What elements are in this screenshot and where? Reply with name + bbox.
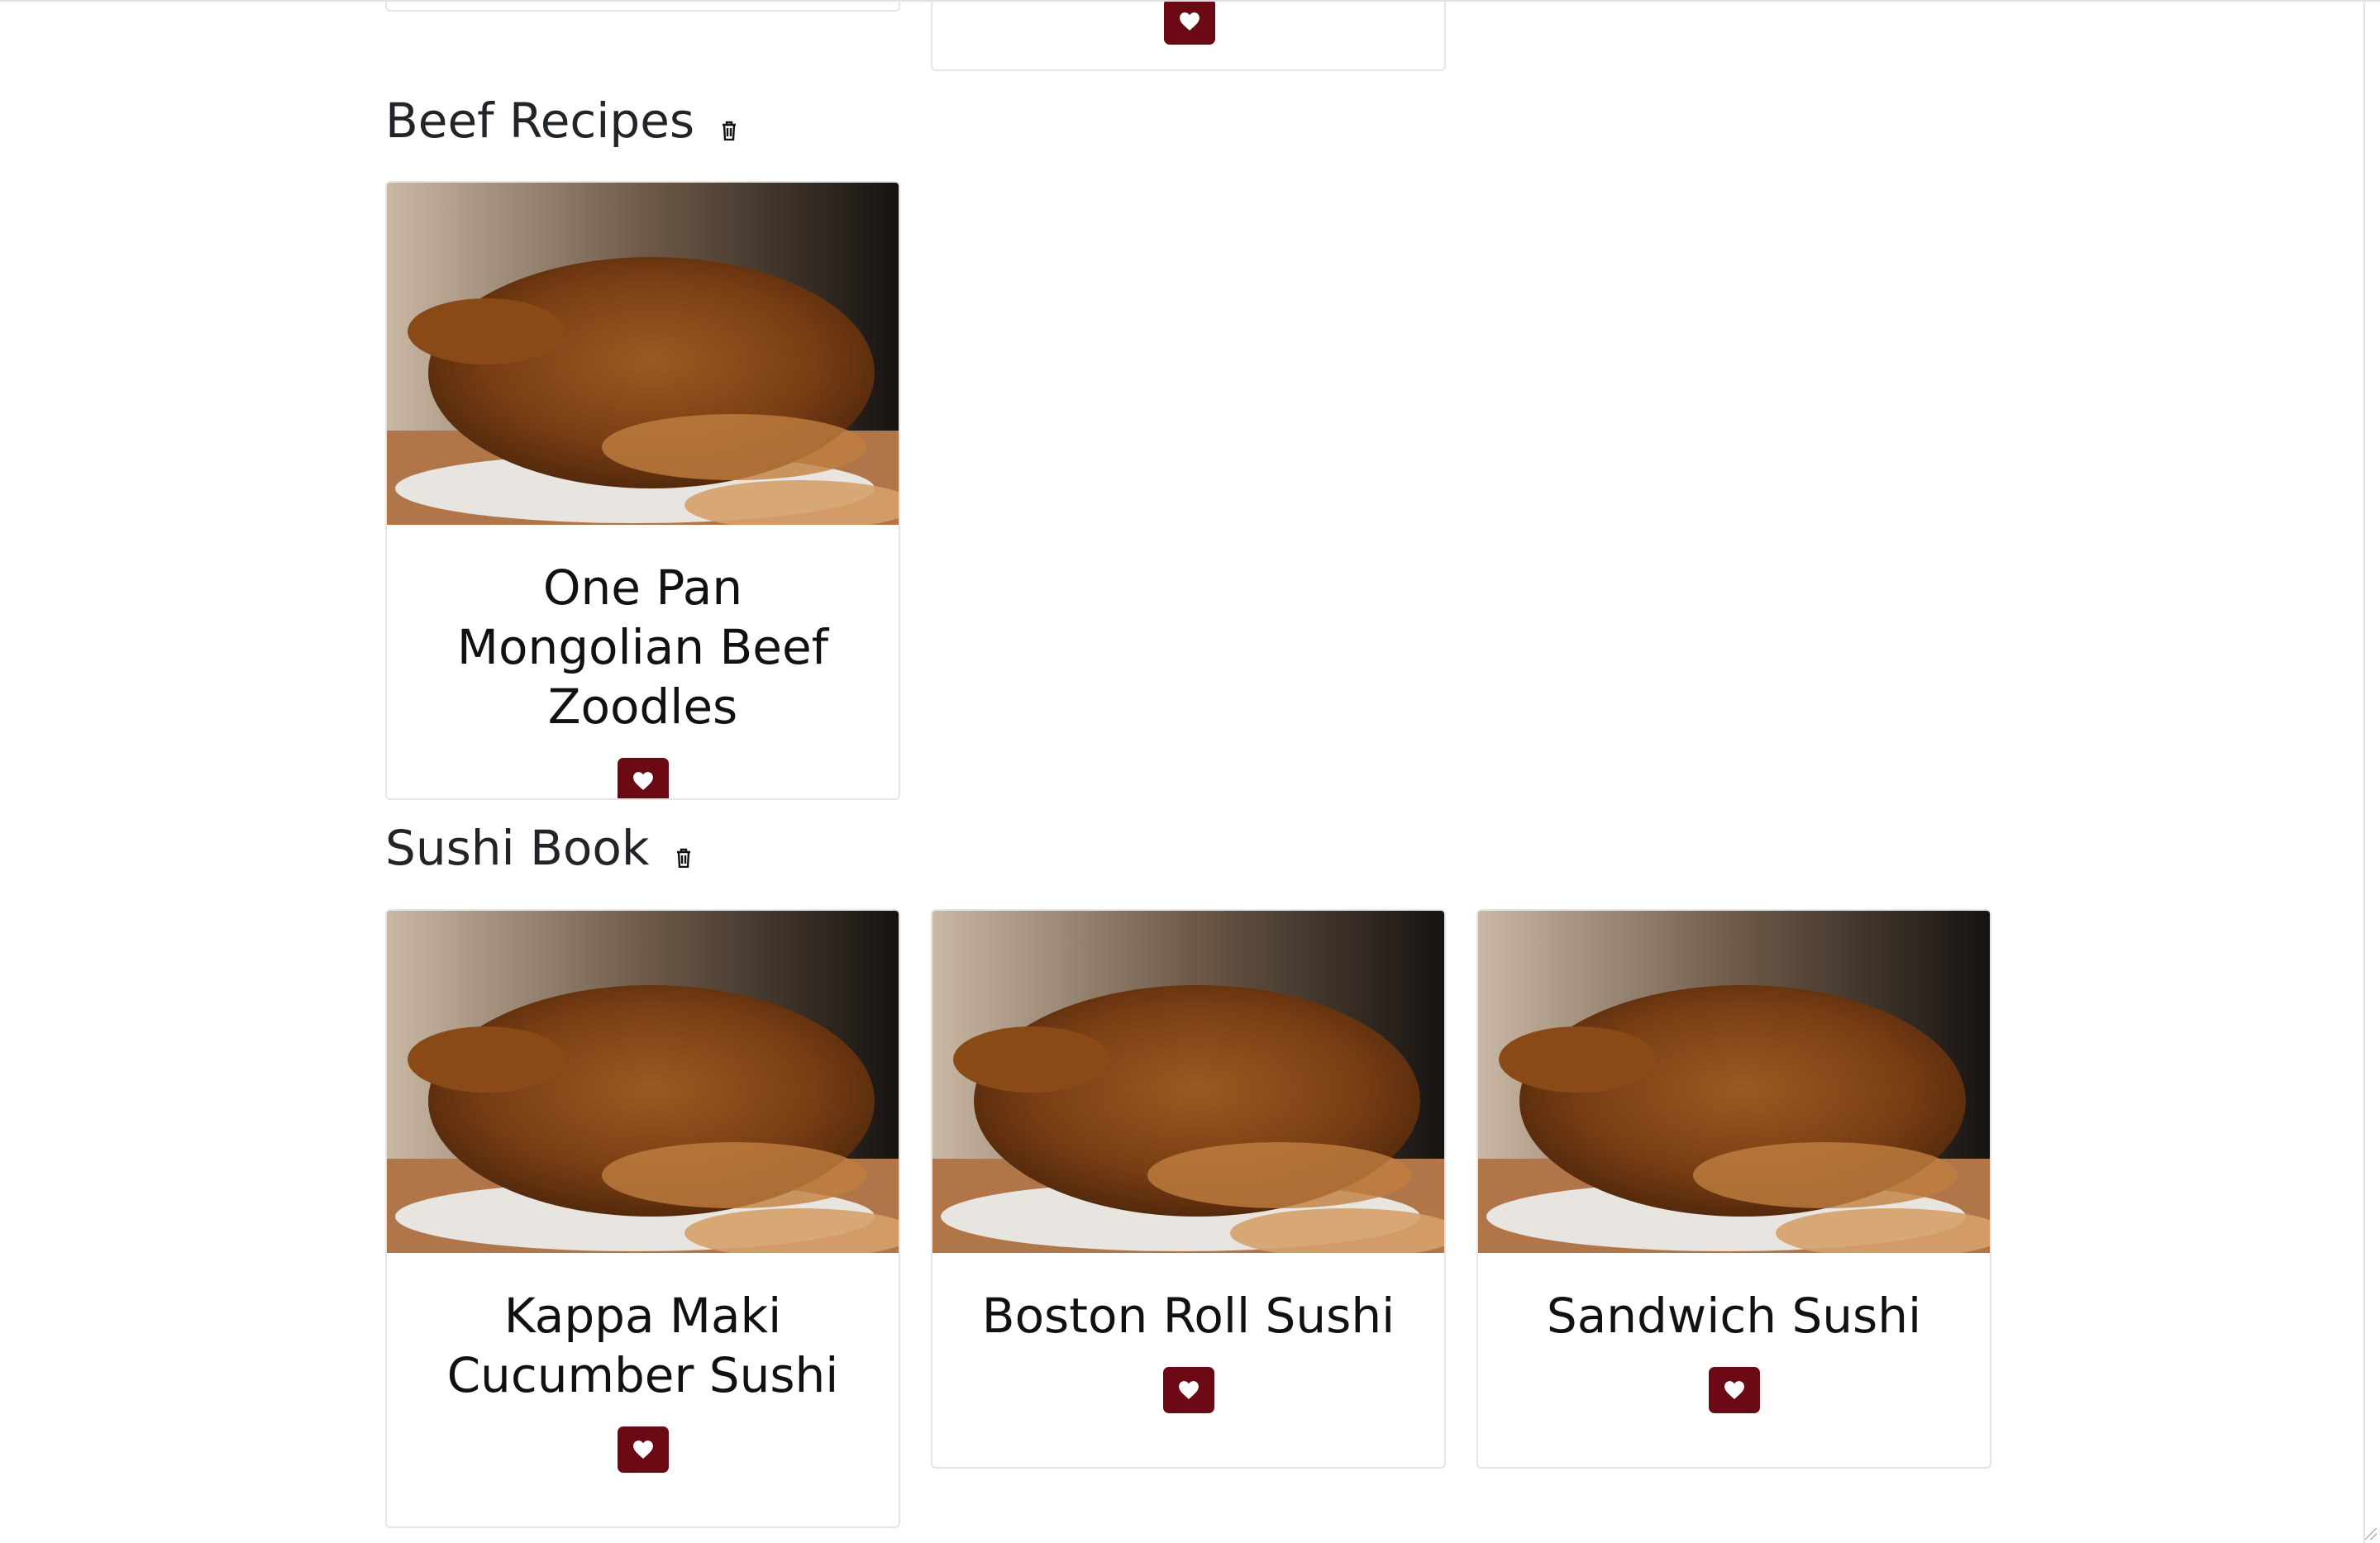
resize-handle[interactable] bbox=[2365, 1528, 2377, 1540]
recipe-card[interactable]: Boston Roll Sushi bbox=[931, 909, 1446, 1469]
heart-icon bbox=[632, 1441, 653, 1459]
scrollbar[interactable] bbox=[2363, 2, 2380, 1543]
recipe-title[interactable]: Boston Roll Sushi bbox=[966, 1286, 1411, 1345]
section-title-label: Beef Recipes bbox=[385, 93, 695, 149]
recipe-image bbox=[1478, 911, 1990, 1253]
section-title-label: Sushi Book bbox=[385, 820, 650, 876]
section-title-beef-recipes: Beef Recipes bbox=[385, 93, 737, 152]
heart-icon bbox=[1724, 1381, 1744, 1399]
trash-icon[interactable] bbox=[675, 823, 692, 879]
recipe-book-page: Beef Recipes One Pan Mongolian Beef Zood… bbox=[0, 0, 2380, 1543]
recipe-card[interactable]: Kappa Maki Cucumber Sushi bbox=[385, 909, 900, 1528]
favorite-button[interactable] bbox=[1708, 1367, 1760, 1413]
recipe-card-partial bbox=[385, 2, 900, 12]
recipe-card[interactable]: Sandwich Sushi bbox=[1476, 909, 1991, 1469]
favorite-button[interactable] bbox=[617, 758, 669, 798]
heart-icon bbox=[1180, 12, 1200, 31]
favorite-button[interactable] bbox=[1162, 1367, 1214, 1413]
recipe-card[interactable]: One Pan Mongolian Beef Zoodles bbox=[385, 181, 900, 800]
favorite-button[interactable] bbox=[1164, 2, 1215, 45]
favorite-button[interactable] bbox=[617, 1426, 669, 1473]
recipe-title[interactable]: One Pan Mongolian Beef Zoodles bbox=[420, 558, 866, 736]
heart-icon bbox=[1178, 1381, 1199, 1399]
recipe-title[interactable]: Kappa Maki Cucumber Sushi bbox=[420, 1286, 866, 1405]
section-title-sushi-book: Sushi Book bbox=[385, 820, 692, 879]
heart-icon bbox=[632, 772, 653, 790]
recipe-image bbox=[387, 911, 899, 1253]
recipe-image bbox=[387, 183, 899, 525]
recipe-title[interactable]: Sandwich Sushi bbox=[1511, 1286, 1957, 1345]
recipe-image bbox=[932, 911, 1444, 1253]
trash-icon[interactable] bbox=[721, 96, 737, 152]
recipe-card-partial bbox=[931, 2, 1446, 71]
